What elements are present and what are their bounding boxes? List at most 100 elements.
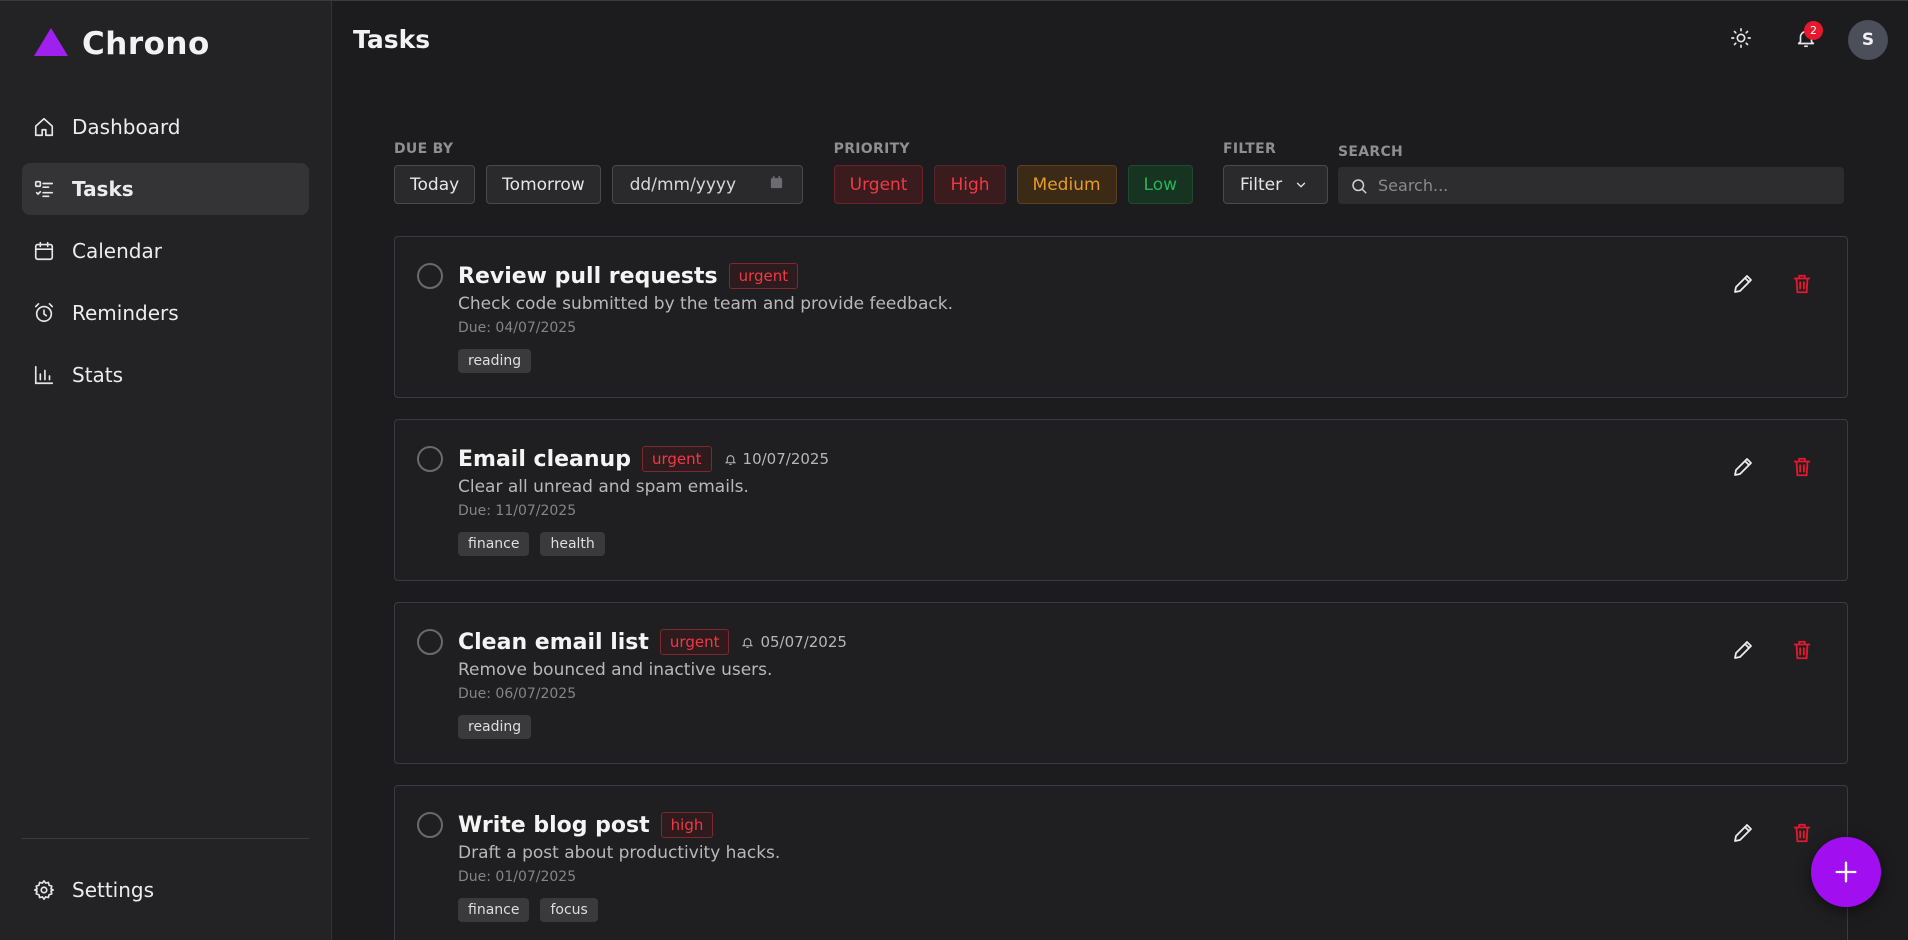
sidebar: Chrono Dashboard Tasks Calendar Reminder… [0, 1, 332, 940]
notification-count-badge: 2 [1804, 21, 1823, 40]
task-title: Email cleanup [458, 446, 631, 472]
task-reminder: 10/07/2025 [724, 450, 829, 468]
bell-icon [724, 454, 736, 465]
pencil-icon [1731, 638, 1755, 666]
date-placeholder: dd/mm/yyyy [629, 174, 737, 195]
sidebar-item-label: Calendar [72, 239, 162, 263]
edit-button[interactable] [1728, 820, 1758, 850]
task-card[interactable]: Clean email list urgent 05/07/2025 Remov… [394, 602, 1848, 764]
brand-name: Chrono [82, 26, 210, 62]
filter-value: Filter [1240, 174, 1283, 195]
task-title: Review pull requests [458, 263, 718, 289]
today-button[interactable]: Today [394, 165, 476, 204]
priority-label: PRIORITY [833, 141, 910, 157]
tag[interactable]: reading [458, 349, 532, 373]
trash-icon [1791, 456, 1813, 482]
bar-chart-icon [32, 363, 56, 387]
theme-toggle-button[interactable] [1721, 20, 1761, 60]
task-due-date: Due: 06/07/2025 [458, 686, 577, 702]
tag[interactable]: finance [458, 532, 530, 556]
sidebar-item-calendar[interactable]: Calendar [22, 225, 309, 277]
sidebar-item-label: Stats [72, 363, 124, 387]
search-label: SEARCH [1338, 144, 1404, 160]
task-tags: finance focus [458, 898, 780, 922]
priority-badge: high [660, 812, 714, 838]
home-icon [32, 115, 56, 139]
chevron-down-icon [1294, 178, 1308, 192]
task-complete-checkbox[interactable] [417, 263, 443, 289]
priority-low-button[interactable]: Low [1127, 165, 1194, 204]
due-by-group: DUE BY Today Tomorrow dd/mm/yyyy [394, 141, 803, 204]
sidebar-item-tasks[interactable]: Tasks [22, 163, 309, 215]
calendar-picker-icon[interactable] [769, 175, 784, 195]
edit-button[interactable] [1728, 637, 1758, 667]
due-date-input[interactable]: dd/mm/yyyy [611, 165, 803, 204]
delete-button[interactable] [1787, 637, 1817, 667]
delete-button[interactable] [1787, 271, 1817, 301]
page-title: Tasks [353, 24, 431, 54]
filter-bar: DUE BY Today Tomorrow dd/mm/yyyy PRIORIT… [394, 141, 1847, 204]
task-title: Clean email list [458, 629, 649, 655]
filter-group: FILTER Filter [1223, 141, 1329, 204]
avatar[interactable]: S [1848, 20, 1888, 60]
sidebar-item-dashboard[interactable]: Dashboard [22, 101, 309, 153]
add-task-button[interactable] [1811, 837, 1881, 907]
sidebar-item-reminders[interactable]: Reminders [22, 287, 309, 339]
task-description: Remove bounced and inactive users. [458, 660, 773, 680]
priority-badge: urgent [728, 263, 799, 289]
sidebar-item-label: Tasks [72, 177, 134, 201]
task-complete-checkbox[interactable] [417, 629, 443, 655]
brand[interactable]: Chrono [0, 1, 331, 87]
pencil-icon [1731, 821, 1755, 849]
task-card[interactable]: Review pull requests urgent Check code s… [394, 236, 1848, 398]
tag[interactable]: reading [458, 715, 532, 739]
task-due-date: Due: 11/07/2025 [458, 503, 577, 519]
pencil-icon [1731, 455, 1755, 483]
sidebar-item-label: Reminders [72, 301, 179, 325]
filter-dropdown[interactable]: Filter [1223, 165, 1329, 204]
alarm-clock-icon [32, 301, 56, 325]
task-reminder: 05/07/2025 [741, 633, 847, 651]
trash-icon [1791, 273, 1813, 299]
priority-urgent-button[interactable]: Urgent [833, 165, 924, 204]
sidebar-item-settings[interactable]: Settings [22, 864, 309, 916]
tag[interactable]: focus [540, 898, 598, 922]
task-title: Write blog post [458, 812, 650, 838]
priority-badge: urgent [659, 629, 730, 655]
edit-button[interactable] [1728, 271, 1758, 301]
reminder-date: 05/07/2025 [760, 633, 847, 651]
priority-high-button[interactable]: High [934, 165, 1006, 204]
task-card[interactable]: Email cleanup urgent 10/07/2025 Clear al… [394, 419, 1848, 581]
priority-group: PRIORITY Urgent High Medium Low [833, 141, 1204, 204]
task-complete-checkbox[interactable] [417, 812, 443, 838]
trash-icon [1791, 639, 1813, 665]
reminder-date: 10/07/2025 [742, 450, 829, 468]
task-card[interactable]: Write blog post high Draft a post about … [394, 785, 1848, 940]
search-box[interactable] [1338, 167, 1845, 204]
topbar: Tasks 2 S [332, 1, 1908, 79]
task-description: Check code submitted by the team and pro… [458, 294, 953, 314]
plus-icon [1832, 858, 1860, 886]
edit-button[interactable] [1728, 454, 1758, 484]
task-complete-checkbox[interactable] [417, 446, 443, 472]
calendar-icon [32, 239, 56, 263]
task-due-date: Due: 04/07/2025 [458, 320, 577, 336]
search-group: SEARCH [1338, 144, 1845, 204]
notifications-button[interactable]: 2 [1786, 20, 1826, 60]
tag[interactable]: finance [458, 898, 530, 922]
priority-medium-button[interactable]: Medium [1016, 165, 1117, 204]
sidebar-item-stats[interactable]: Stats [22, 349, 309, 401]
tomorrow-button[interactable]: Tomorrow [486, 165, 601, 204]
sidebar-nav: Dashboard Tasks Calendar Reminders Stats [0, 101, 331, 401]
task-tags: finance health [458, 532, 829, 556]
gear-icon [32, 878, 56, 902]
task-description: Draft a post about productivity hacks. [458, 843, 781, 863]
sidebar-item-label: Dashboard [72, 115, 181, 139]
main-content: Tasks 2 S DUE BY Today Tomorrow dd/mm/yy… [332, 1, 1908, 940]
tag[interactable]: health [540, 532, 605, 556]
task-list: Review pull requests urgent Check code s… [394, 236, 1848, 940]
pencil-icon [1731, 272, 1755, 300]
delete-button[interactable] [1787, 454, 1817, 484]
delete-button[interactable] [1787, 820, 1817, 850]
search-input[interactable] [1378, 176, 1819, 195]
